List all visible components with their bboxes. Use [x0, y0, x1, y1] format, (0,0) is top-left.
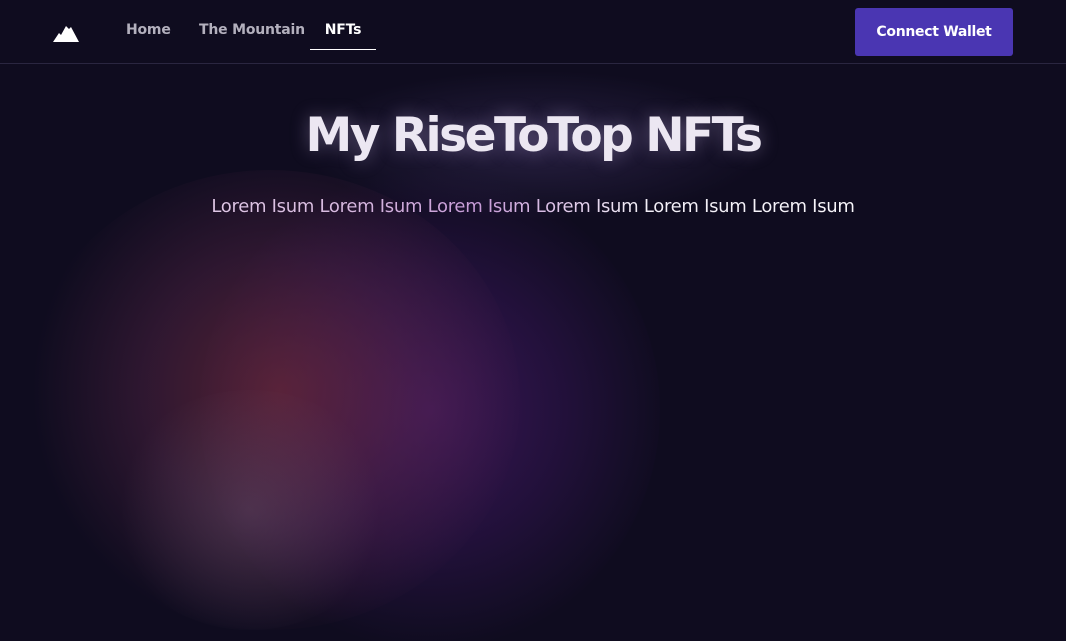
background-glow-red [20, 170, 520, 630]
nav-link-the-mountain[interactable]: The Mountain [199, 22, 305, 50]
nav-link-nfts[interactable]: NFTs [310, 22, 376, 50]
page-subtitle: Lorem Isum Lorem Isum Lorem Isum Lorem I… [0, 196, 1066, 217]
nav-link-home[interactable]: Home [126, 22, 171, 50]
connect-wallet-button[interactable]: Connect Wallet [855, 8, 1013, 56]
background-glow-gray [110, 390, 390, 630]
page-title: My RiseToTop NFTs [305, 108, 763, 163]
mountain-icon[interactable] [53, 23, 79, 42]
page: Home The Mountain NFTs Connect Wallet My… [0, 0, 1066, 641]
navbar: Home The Mountain NFTs Connect Wallet [0, 0, 1066, 64]
background-glow-purple [200, 170, 660, 641]
